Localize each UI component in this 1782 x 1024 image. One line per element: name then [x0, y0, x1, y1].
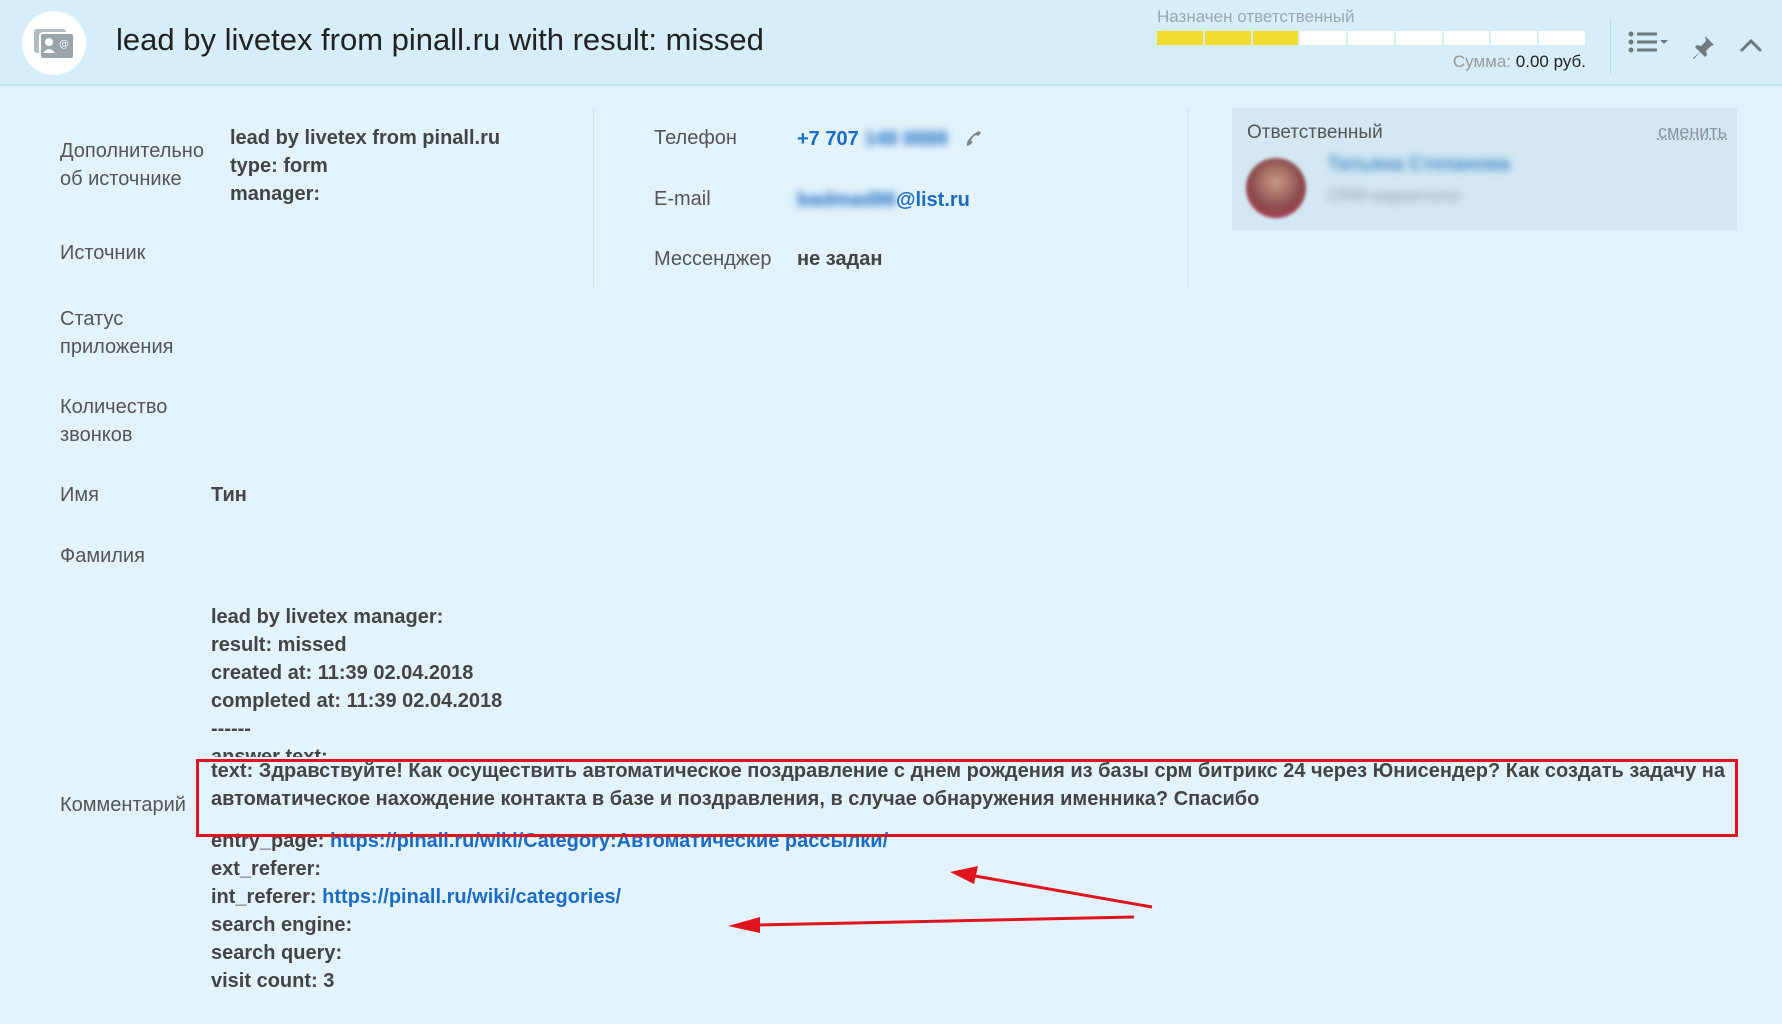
responsible-title: Ответственный	[1247, 122, 1383, 143]
sum-label: Сумма:	[1452, 52, 1512, 71]
source-info-value: lead by livetex from pinall.ru type: for…	[230, 124, 500, 208]
int-referer-label: int_referer:	[211, 886, 317, 908]
pin-icon[interactable]	[1690, 34, 1716, 65]
phone-label: Телефон	[654, 127, 737, 149]
search-query-label: search query:	[211, 942, 343, 964]
search-engine-label: search engine:	[211, 914, 353, 936]
int-referer-link[interactable]: https://pinall.ru/wiki/categories/	[322, 886, 621, 908]
stage-segment[interactable]	[1300, 31, 1347, 45]
phone-value[interactable]: +7 707 148 8888	[797, 125, 948, 153]
phone-hidden[interactable]: 148 8888	[864, 128, 947, 150]
comment-question: text: Здравствуйте! Как осуществить авто…	[211, 760, 1726, 810]
change-responsible-link[interactable]: сменить	[1658, 122, 1727, 143]
stage-progress-bar[interactable]	[1157, 31, 1586, 45]
responsible-panel: Ответственный сменить Татьяна Степанова …	[1232, 108, 1737, 230]
stage-segment[interactable]	[1204, 31, 1251, 45]
name-value[interactable]: Тин	[211, 481, 247, 509]
stage-segment[interactable]	[1395, 31, 1442, 45]
stage-label: Назначен ответственный	[1157, 7, 1355, 26]
column-divider	[1187, 108, 1188, 288]
sum-value: 0.00 руб.	[1515, 52, 1586, 71]
surname-label: Фамилия	[60, 545, 145, 567]
lead-title: lead by livetex from pinall.ru with resu…	[116, 22, 764, 57]
app-status-label: Статус приложения	[60, 308, 174, 358]
svg-text:@: @	[59, 39, 69, 50]
source-info-line: manager:	[230, 183, 321, 205]
int-referer-row: int_referer: https://pinall.ru/wiki/cate…	[211, 883, 1726, 911]
messenger-value[interactable]: не задан	[797, 245, 882, 273]
responsible-position: CRM-маркетолог	[1328, 186, 1462, 205]
source-info-line: lead by livetex from pinall.ru	[230, 127, 501, 149]
column-divider	[593, 108, 594, 288]
email-domain[interactable]: @list.ru	[896, 189, 970, 211]
stage-segment[interactable]	[1157, 31, 1203, 45]
list-menu-icon[interactable]	[1628, 30, 1670, 61]
email-label: E-mail	[654, 188, 711, 210]
source-info-line: type: form	[230, 155, 328, 177]
email-hidden[interactable]: badmad88	[797, 189, 896, 211]
stage-segment[interactable]	[1443, 31, 1490, 45]
entry-page-label: entry_page:	[211, 830, 325, 852]
name-label: Имя	[60, 484, 99, 506]
stage-segment[interactable]	[1491, 31, 1538, 45]
comment-line: created at: 11:39 02.04.2018	[211, 662, 474, 684]
comment-line: completed at: 11:39 02.04.2018	[211, 690, 503, 712]
messenger-label: Мессенджер	[654, 248, 772, 270]
comment-label: Комментарий	[60, 794, 186, 816]
phone-prefix[interactable]: +7 707	[797, 128, 859, 150]
lead-header: @ lead by livetex from pinall.ru with re…	[0, 0, 1782, 86]
stage-segment[interactable]	[1348, 31, 1394, 45]
ext-referer-label: ext_referer:	[211, 858, 322, 880]
comment-line: result: missed	[211, 634, 347, 656]
source-info-label: Дополнительно об источнике	[60, 140, 204, 190]
entry-page-row: entry_page: https://pinall.ru/wiki/Categ…	[211, 827, 1726, 855]
entry-page-link[interactable]: https://pinall.ru/wiki/Category:Автомати…	[330, 830, 888, 852]
responsible-name[interactable]: Татьяна Степанова	[1328, 154, 1510, 176]
comment-separator	[211, 813, 1726, 827]
avatar[interactable]	[1246, 158, 1306, 218]
deal-sum: Сумма: 0.00 руб.	[1453, 52, 1586, 72]
comment-line: ------	[211, 718, 251, 740]
email-value[interactable]: badmad88@list.ru	[797, 186, 970, 214]
stage-segment[interactable]	[1252, 31, 1299, 45]
stage-segment[interactable]	[1539, 31, 1586, 45]
comment-line: lead by livetex manager:	[211, 606, 444, 628]
call-icon[interactable]	[963, 128, 985, 155]
header-divider	[1610, 18, 1611, 74]
comment-line: answer text:	[211, 746, 328, 757]
visit-count: visit count: 3	[211, 970, 335, 992]
contact-card-icon: @	[22, 11, 86, 75]
source-label: Источник	[60, 242, 146, 264]
call-count-label: Количество звонков	[60, 396, 168, 446]
collapse-chevron-icon[interactable]	[1738, 36, 1764, 59]
comment-value: lead by livetex manager: result: missed …	[211, 603, 1726, 995]
